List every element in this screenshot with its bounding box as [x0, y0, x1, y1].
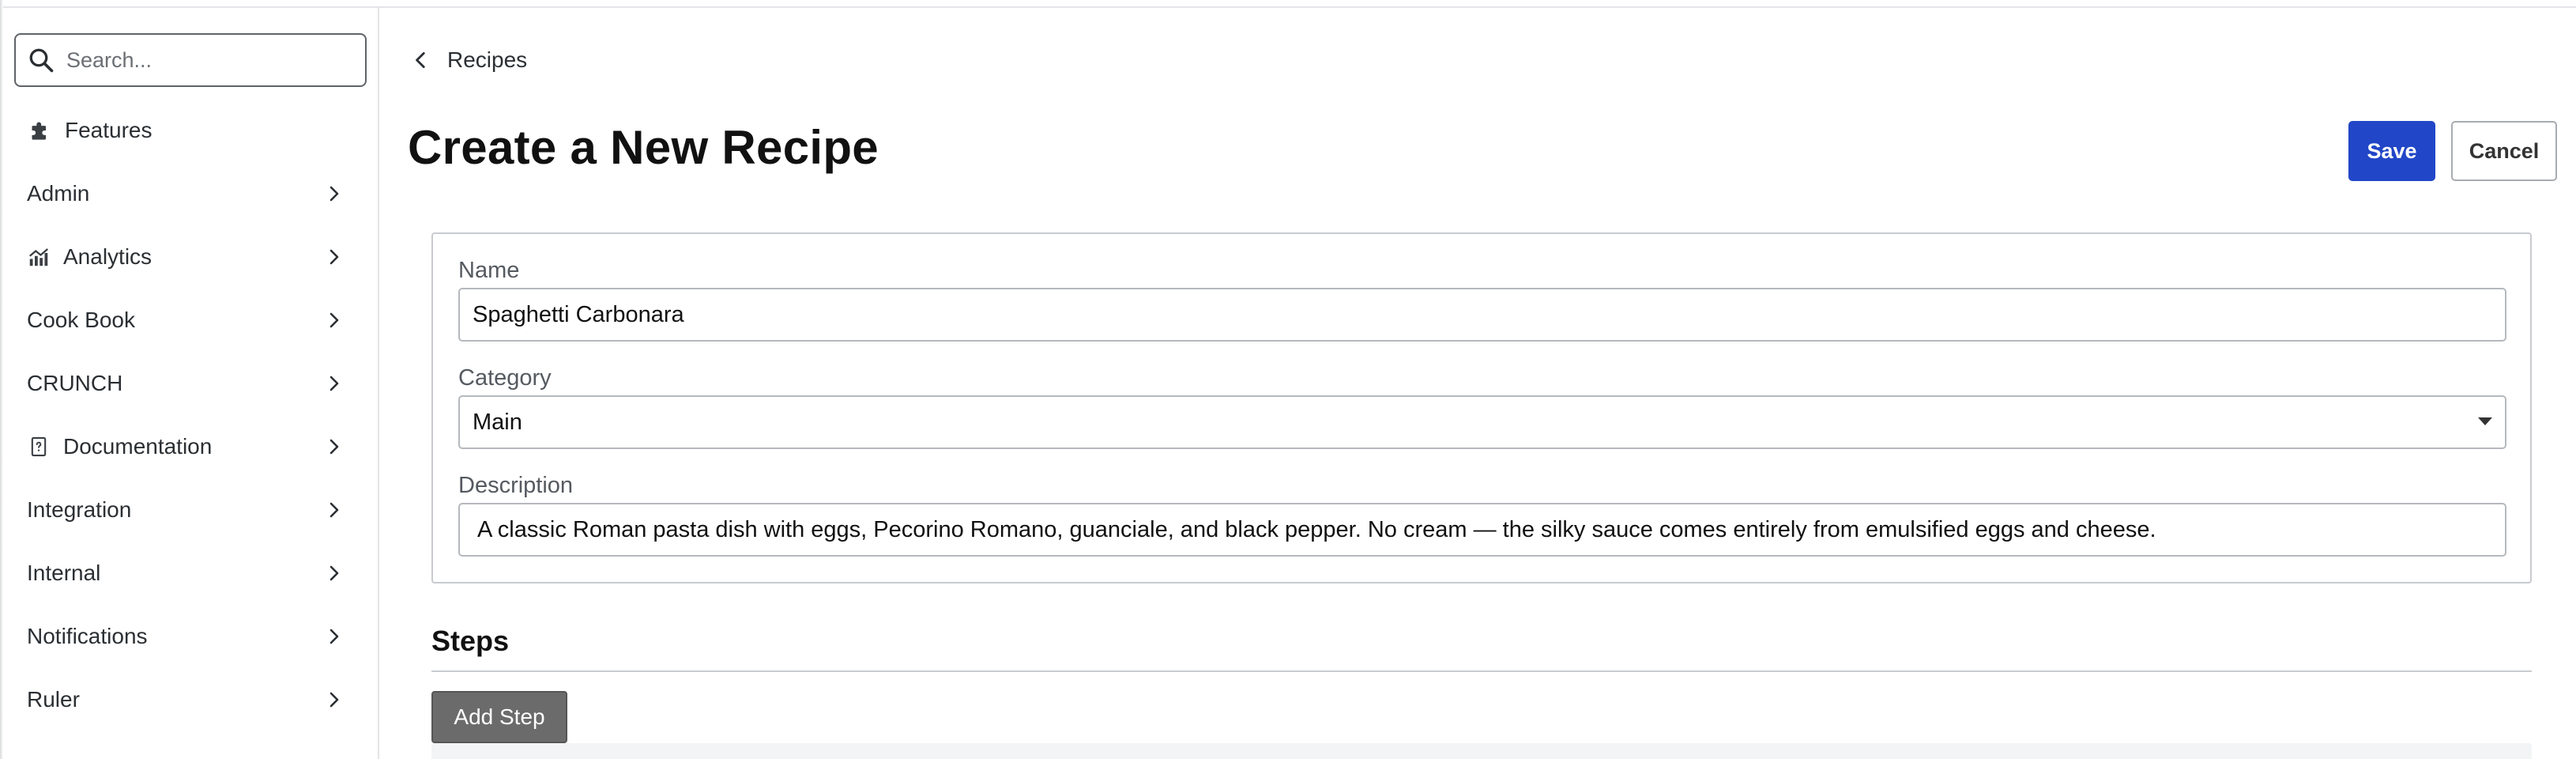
steps-heading: Steps [431, 625, 510, 657]
sidebar-item-notifications[interactable]: Notifications [0, 613, 378, 660]
sidebar-item-crunch[interactable]: CRUNCH [0, 360, 378, 407]
sidebar-item-analytics[interactable]: Analytics [0, 233, 378, 281]
steps-list [431, 743, 2532, 759]
chevron-right-icon [330, 439, 339, 455]
breadcrumb[interactable]: Recipes [411, 47, 527, 73]
category-label: Category [458, 365, 552, 391]
chevron-right-icon [330, 376, 339, 391]
window-edge-shadow [0, 0, 3, 759]
save-button[interactable]: Save [2348, 121, 2435, 181]
divider [431, 670, 2532, 672]
sidebar-item-label: Notifications [27, 624, 148, 648]
sidebar: Features Admin Analytics Cook Book CRUNC… [0, 8, 379, 759]
name-field[interactable]: Spaghetti Carbonara [458, 288, 2506, 342]
puzzle-icon [28, 119, 52, 142]
chart-icon [27, 245, 51, 269]
cancel-button[interactable]: Cancel [2451, 121, 2557, 181]
description-value: A classic Roman pasta dish with eggs, Pe… [477, 516, 2156, 542]
search-box[interactable] [14, 33, 367, 87]
sidebar-item-ruler[interactable]: Ruler [0, 676, 378, 723]
sidebar-item-label: Ruler [27, 687, 80, 712]
description-label: Description [458, 473, 574, 498]
category-value: Main [473, 409, 522, 435]
sidebar-item-cook-book[interactable]: Cook Book [0, 296, 378, 344]
sidebar-item-label: Analytics [63, 244, 153, 269]
chevron-right-icon [330, 186, 339, 202]
breadcrumb-link-recipes[interactable]: Recipes [447, 47, 527, 73]
chevron-right-icon [330, 565, 339, 581]
dropdown-arrow-icon[interactable] [2478, 417, 2492, 425]
top-border [0, 0, 2576, 8]
chevron-right-icon [330, 629, 339, 644]
chevron-right-icon [330, 502, 339, 518]
chevron-right-icon [330, 692, 339, 708]
sidebar-item-integration[interactable]: Integration [0, 486, 378, 534]
recipe-form: Name Spaghetti Carbonara Category Main D… [431, 232, 2532, 583]
sidebar-item-internal[interactable]: Internal [0, 549, 378, 597]
chevron-right-icon [330, 312, 339, 328]
description-field[interactable]: A classic Roman pasta dish with eggs, Pe… [458, 503, 2506, 557]
category-select[interactable]: Main [458, 395, 2506, 449]
name-value: Spaghetti Carbonara [473, 301, 684, 327]
sidebar-item-admin[interactable]: Admin [0, 170, 378, 217]
search-input[interactable] [66, 47, 359, 73]
name-label: Name [458, 258, 520, 283]
add-step-button[interactable]: Add Step [431, 691, 567, 743]
sidebar-item-label: Internal [27, 561, 101, 585]
sidebar-item-label: Admin [27, 181, 90, 206]
sidebar-item-label: Cook Book [27, 308, 135, 332]
sidebar-item-label: Documentation [63, 434, 213, 459]
chevron-left-icon [416, 51, 425, 69]
chevron-right-icon [330, 249, 339, 265]
sidebar-item-label: CRUNCH [27, 371, 123, 395]
sidebar-item-documentation[interactable]: Documentation [0, 423, 378, 470]
sidebar-item-label: Features [65, 118, 153, 142]
document-icon [27, 435, 51, 459]
sidebar-item-features[interactable]: Features [0, 107, 378, 154]
search-icon [29, 48, 54, 73]
sidebar-item-label: Integration [27, 497, 132, 522]
page-title: Create a New Recipe [408, 121, 879, 174]
